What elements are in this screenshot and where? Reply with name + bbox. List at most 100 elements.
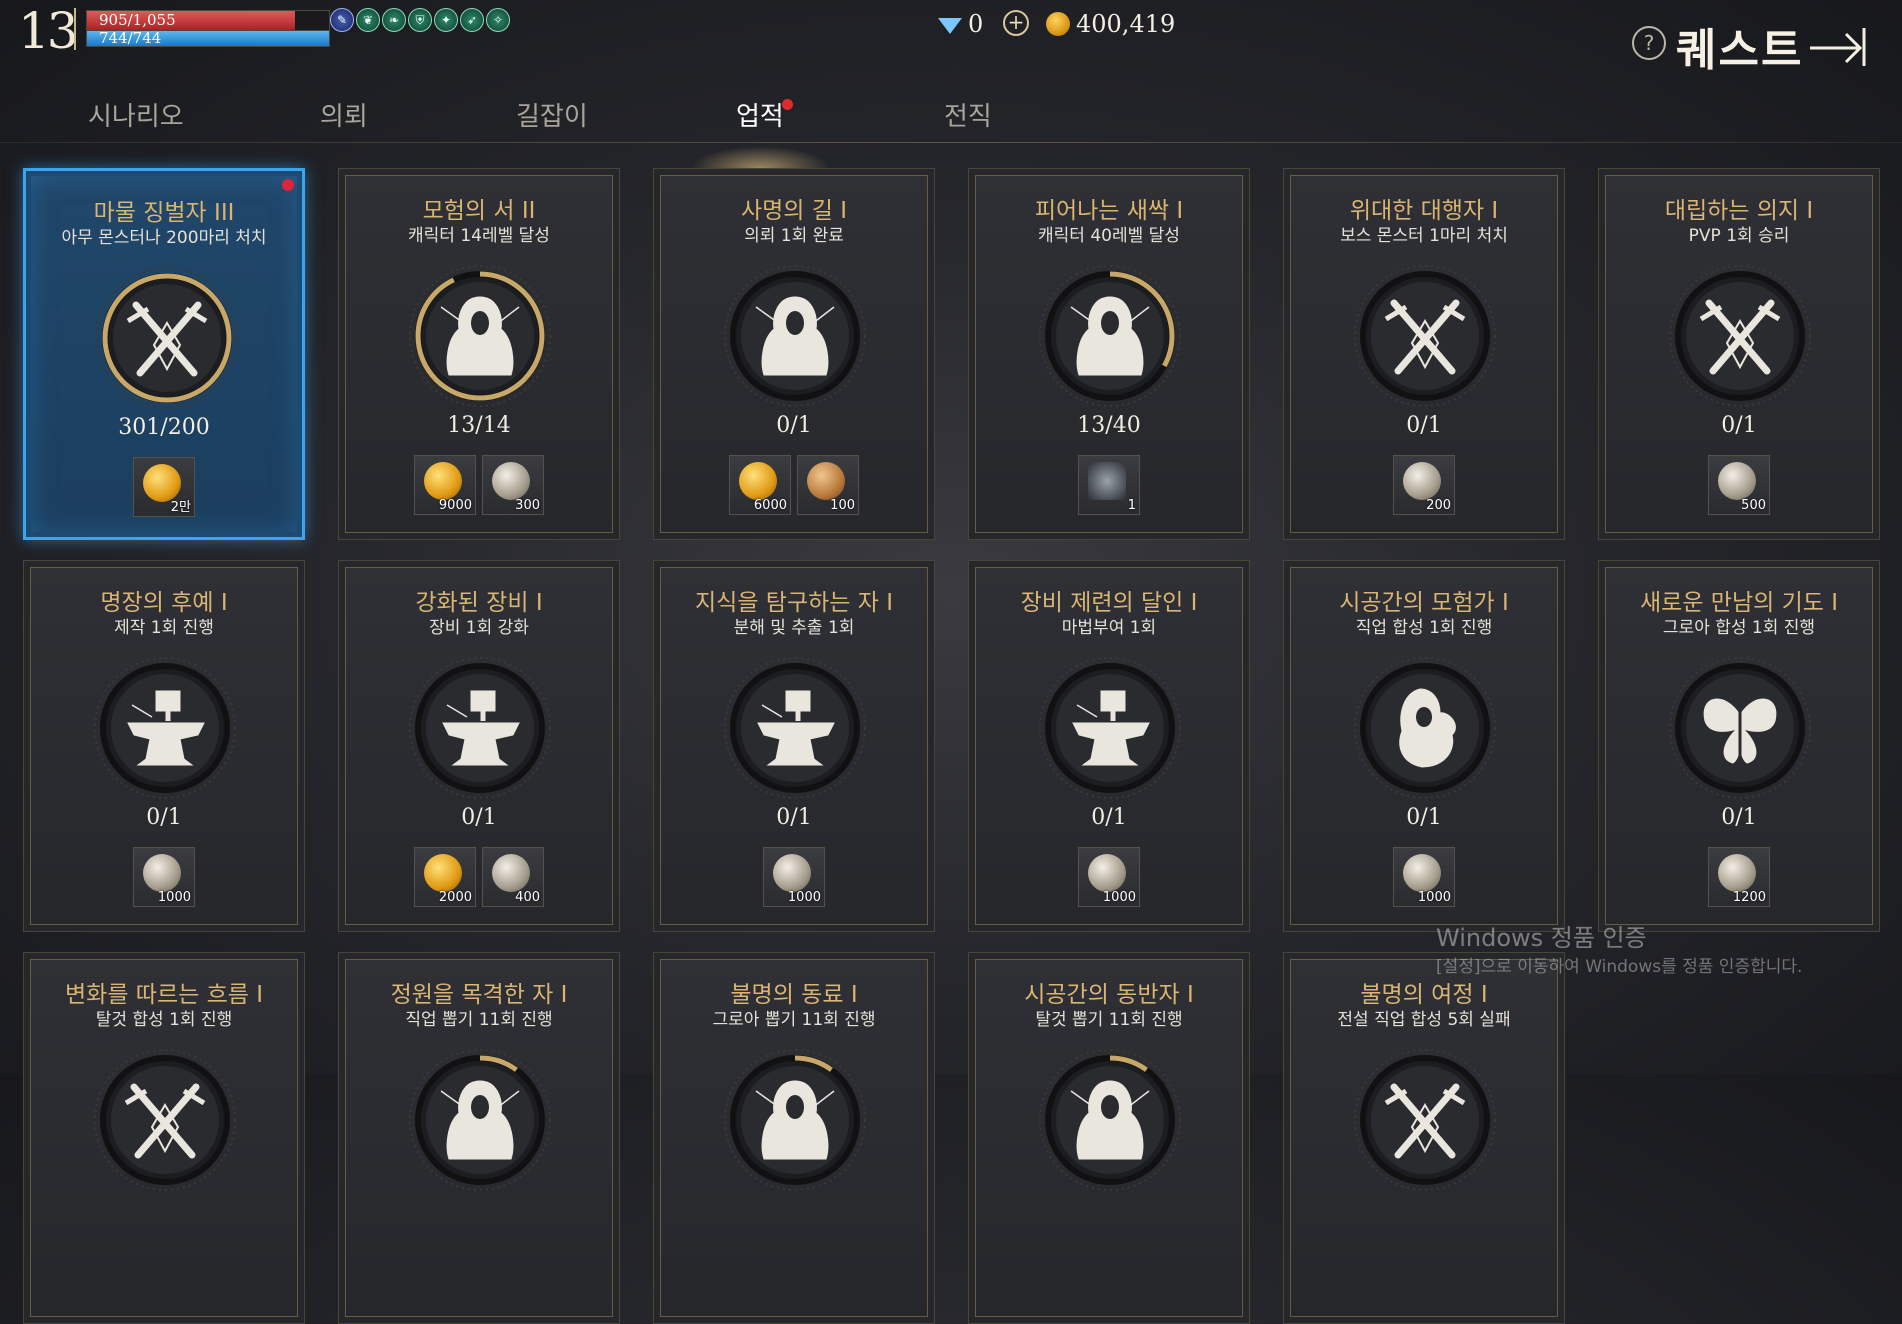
silver-coin-icon — [492, 462, 530, 500]
achievement-title: 마물 징벌자 III — [93, 200, 235, 226]
gem-currency: 0 — [938, 10, 983, 38]
reward-list: 9000 300 — [339, 455, 619, 515]
tab-label: 시나리오 — [88, 102, 184, 132]
mp-bar: 744/744 — [86, 30, 330, 47]
tab-guide[interactable]: 길잡이 — [516, 96, 588, 133]
achievement-card[interactable]: 불명의 동료 I 그로아 뽑기 11회 진행 — [653, 952, 935, 1324]
player-level: 13 — [18, 2, 79, 60]
achievement-card[interactable]: 명장의 후예 I 제작 1회 진행 0/1 1000 — [23, 560, 305, 932]
achievement-card[interactable]: 변화를 따르는 흐름 I 탈것 합성 1회 진행 — [23, 952, 305, 1324]
anvil-emblem-icon — [1039, 657, 1181, 799]
reward-item[interactable]: 1 — [1078, 455, 1140, 515]
crossed-swords-emblem-icon — [1669, 265, 1811, 407]
achievement-description: 장비 1회 강화 — [429, 618, 529, 638]
reward-amount: 200 — [1426, 498, 1451, 513]
achievement-title: 시공간의 모험가 I — [1339, 590, 1509, 616]
reward-item[interactable]: 2000 — [414, 847, 476, 907]
plus-icon[interactable]: + — [1003, 10, 1029, 36]
anvil-emblem-icon — [409, 657, 551, 799]
reward-amount: 9000 — [438, 498, 472, 513]
shield-buff-icon[interactable]: ⛨ — [408, 8, 432, 32]
achievement-card[interactable]: 지식을 탐구하는 자 I 분해 및 추출 1회 0/1 1000 — [653, 560, 935, 932]
reward-list: 1 — [969, 455, 1249, 515]
hooded-figure-emblem-icon — [409, 265, 551, 407]
tab-achievement[interactable]: 업적 — [736, 96, 784, 133]
leaf-buff-icon[interactable]: ❦ — [356, 8, 380, 32]
silver-coin-icon — [143, 854, 181, 892]
reward-list: 1000 — [24, 847, 304, 907]
reward-item[interactable]: 300 — [482, 455, 544, 515]
reward-item[interactable]: 2만 — [133, 457, 195, 517]
reward-amount: 2만 — [170, 500, 191, 515]
achievement-title: 피어나는 새싹 I — [1034, 198, 1184, 224]
tab-label: 업적 — [736, 102, 784, 132]
silver-coin-icon — [773, 854, 811, 892]
achievement-title: 명장의 후예 I — [100, 590, 228, 616]
bronze-coin-icon — [807, 462, 845, 500]
achievement-card[interactable]: 시공간의 모험가 I 직업 합성 1회 진행 0/1 1000 — [1283, 560, 1565, 932]
achievement-description: 그로아 뽑기 11회 진행 — [712, 1010, 876, 1030]
back-arrow-icon[interactable] — [1808, 26, 1868, 66]
reward-item[interactable]: 1000 — [1078, 847, 1140, 907]
achievement-card[interactable]: 마물 징벌자 III 아무 몬스터나 200마리 처치 301/200 2만 — [23, 168, 305, 540]
reward-item[interactable]: 1000 — [763, 847, 825, 907]
reward-list: 200 — [1284, 455, 1564, 515]
achievement-progress: 0/1 — [776, 805, 812, 830]
achievement-progress: 13/14 — [447, 413, 511, 438]
achievement-card[interactable]: 시공간의 동반자 I 탈것 뽑기 11회 진행 — [968, 952, 1250, 1324]
silver-coin-icon — [1403, 854, 1441, 892]
reward-item[interactable]: 200 — [1393, 455, 1455, 515]
achievement-title: 대립하는 의지 I — [1664, 198, 1814, 224]
achievement-title: 정원을 목격한 자 I — [390, 982, 568, 1008]
achievement-progress: 13/40 — [1077, 413, 1141, 438]
reward-item[interactable]: 100 — [797, 455, 859, 515]
reward-amount: 6000 — [753, 498, 787, 513]
achievement-card[interactable]: 장비 제련의 달인 I 마법부여 1회 0/1 1000 — [968, 560, 1250, 932]
achievement-card[interactable]: 강화된 장비 I 장비 1회 강화 0/1 2000 400 — [338, 560, 620, 932]
hp-text: 905/1,055 — [99, 11, 176, 29]
reward-item[interactable]: 6000 — [729, 455, 791, 515]
achievement-card[interactable]: 사명의 길 I 의뢰 1회 완료 0/1 6000 100 — [653, 168, 935, 540]
crossed-swords-emblem-icon — [1354, 1049, 1496, 1191]
achievement-description: 전설 직업 합성 5회 실패 — [1337, 1010, 1511, 1030]
achievement-title: 불명의 동료 I — [730, 982, 858, 1008]
flame-buff-icon[interactable]: ✧ — [486, 8, 510, 32]
achievement-card[interactable]: 정원을 목격한 자 I 직업 뽑기 11회 진행 — [338, 952, 620, 1324]
reward-item[interactable]: 1000 — [1393, 847, 1455, 907]
wing-buff-icon[interactable]: ❧ — [382, 8, 406, 32]
tab-scenario[interactable]: 시나리오 — [88, 96, 184, 133]
crossed-swords-emblem-icon — [94, 1049, 236, 1191]
reward-list: 1000 — [1284, 847, 1564, 907]
achievement-card[interactable]: 모험의 서 II 캐릭터 14레벨 달성 13/14 9000 300 — [338, 168, 620, 540]
achievement-card[interactable]: 대립하는 의지 I PVP 1회 승리 0/1 500 — [1598, 168, 1880, 540]
reward-item[interactable]: 500 — [1708, 455, 1770, 515]
add-gems-button[interactable]: + — [1003, 10, 1029, 36]
reward-amount: 1000 — [1102, 890, 1136, 905]
reward-item[interactable]: 1200 — [1708, 847, 1770, 907]
reward-item[interactable]: 1000 — [133, 847, 195, 907]
achievement-description: 캐릭터 14레벨 달성 — [408, 226, 550, 246]
achievement-card[interactable]: 피어나는 새싹 I 캐릭터 40레벨 달성 13/40 1 — [968, 168, 1250, 540]
tab-job-change[interactable]: 전직 — [944, 96, 992, 133]
gold-coin-icon — [424, 462, 462, 500]
achievement-progress: 301/200 — [118, 415, 210, 440]
hooded-figure-emblem-icon — [409, 1049, 551, 1191]
achievement-card[interactable]: 위대한 대행자 I 보스 몬스터 1마리 처치 0/1 200 — [1283, 168, 1565, 540]
tab-request[interactable]: 의뢰 — [320, 96, 368, 133]
reward-list: 1200 — [1599, 847, 1879, 907]
achievement-card[interactable]: 불명의 여정 I 전설 직업 합성 5회 실패 — [1283, 952, 1565, 1324]
help-icon[interactable]: ? — [1632, 26, 1666, 60]
quill-buff-icon[interactable]: ✎ — [330, 8, 354, 32]
reward-item[interactable]: 9000 — [414, 455, 476, 515]
reward-list: 1000 — [654, 847, 934, 907]
bird-buff-icon[interactable]: ➶ — [460, 8, 484, 32]
achievement-description: 제작 1회 진행 — [114, 618, 214, 638]
achievement-title: 강화된 장비 I — [415, 590, 543, 616]
achievement-progress: 0/1 — [776, 413, 812, 438]
achievement-title: 모험의 서 II — [422, 198, 536, 224]
achievement-card[interactable]: 새로운 만남의 기도 I 그로아 합성 1회 진행 0/1 1200 — [1598, 560, 1880, 932]
feather-buff-icon[interactable]: ✦ — [434, 8, 458, 32]
reward-item[interactable]: 400 — [482, 847, 544, 907]
reward-amount: 1200 — [1732, 890, 1766, 905]
reward-amount: 400 — [515, 890, 540, 905]
